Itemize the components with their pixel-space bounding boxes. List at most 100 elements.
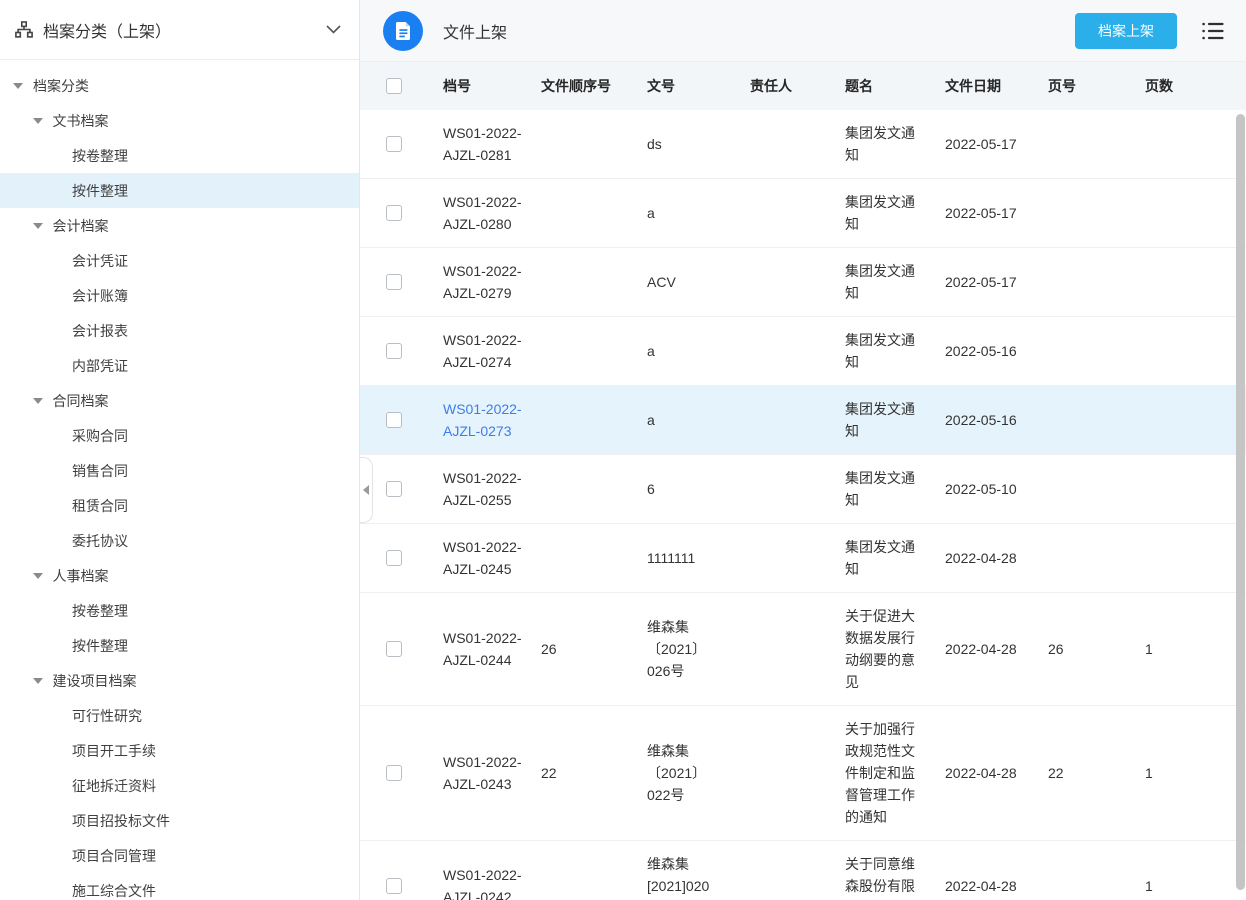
tree-item[interactable]: 会计档案: [0, 208, 359, 243]
cell-doc-no: 维森集〔2021〕022号: [647, 740, 750, 806]
row-checkbox[interactable]: [386, 205, 402, 221]
tree-item-label: 会计档案: [53, 216, 109, 236]
tree-item[interactable]: 文书档案: [0, 103, 359, 138]
tree-item[interactable]: 会计报表: [0, 313, 359, 348]
vertical-scrollbar-thumb[interactable]: [1236, 114, 1245, 890]
cell-title: 关于促进大数据发展行动纲要的意见: [845, 605, 945, 693]
row-checkbox[interactable]: [386, 136, 402, 152]
document-icon: [383, 11, 423, 51]
row-checkbox[interactable]: [386, 274, 402, 290]
table-row[interactable]: WS01-2022-AJZL-0274a集团发文通知2022-05-16: [360, 317, 1246, 386]
table-row[interactable]: WS01-2022-AJZL-0281 ds 集团发文通知2022-05-17: [360, 110, 1246, 179]
tree-item[interactable]: 按件整理: [0, 628, 359, 663]
tree-item[interactable]: 项目招投标文件: [0, 803, 359, 838]
row-checkbox-cell: [360, 274, 443, 290]
row-checkbox-cell: [360, 136, 443, 152]
unordered-list-icon[interactable]: [1201, 20, 1224, 42]
table-row[interactable]: WS01-2022-AJZL-024322维森集〔2021〕022号关于加强行政…: [360, 706, 1246, 841]
cell-doc-no: a: [647, 409, 750, 431]
tree-item[interactable]: 可行性研究: [0, 698, 359, 733]
tree-item[interactable]: 内部凭证: [0, 348, 359, 383]
cell-archive-no: WS01-2022-AJZL-0243: [443, 751, 541, 795]
chevron-down-icon[interactable]: [326, 25, 341, 34]
cell-order-no: 22: [541, 762, 647, 784]
archive-shelve-button[interactable]: 档案上架: [1075, 13, 1177, 49]
tree-item[interactable]: 按件整理: [0, 173, 359, 208]
cell-archive-no: WS01-2022-AJZL-0281: [443, 122, 541, 166]
cell-doc-no: 维森集[2021]020号: [647, 853, 750, 900]
tree-item[interactable]: 租赁合同: [0, 488, 359, 523]
header-checkbox-cell: [360, 78, 443, 94]
tree-item-label: 项目开工手续: [72, 741, 156, 761]
tree-item[interactable]: 人事档案: [0, 558, 359, 593]
cell-date: 2022-05-17: [945, 271, 1048, 293]
category-tree: 档案分类文书档案按卷整理按件整理会计档案会计凭证会计账簿会计报表内部凭证合同档案…: [0, 60, 359, 900]
tree-item[interactable]: 会计凭证: [0, 243, 359, 278]
cell-date: 2022-04-28: [945, 638, 1048, 660]
main-panel: 文件上架 档案上架 档号文件顺序号文号责任人题名文件日期页号页数 WS01-20…: [360, 0, 1246, 900]
tree-item[interactable]: 档案分类: [0, 68, 359, 103]
cell-date: 2022-04-28: [945, 762, 1048, 784]
table-row[interactable]: WS01-2022-AJZL-0242维森集[2021]020号关于同意维森股份…: [360, 841, 1246, 900]
cell-title: 集团发文通知: [845, 260, 945, 304]
tree-item[interactable]: 按卷整理: [0, 593, 359, 628]
table-row[interactable]: WS01-2022-AJZL-024426维森集〔2021〕026号关于促进大数…: [360, 593, 1246, 706]
cell-doc-no: ds: [647, 133, 750, 155]
row-checkbox-cell: [360, 343, 443, 359]
row-checkbox[interactable]: [386, 481, 402, 497]
caret-down-icon[interactable]: [33, 118, 53, 124]
tree-item[interactable]: 会计账簿: [0, 278, 359, 313]
caret-down-icon[interactable]: [33, 398, 53, 404]
tree-item[interactable]: 征地拆迁资料: [0, 768, 359, 803]
column-header: 档号: [443, 76, 541, 96]
table-row[interactable]: WS01-2022-AJZL-02451111111集团发文通知2022-04-…: [360, 524, 1246, 593]
cell-archive-no: WS01-2022-AJZL-0242: [443, 864, 541, 900]
table-row[interactable]: WS01-2022-AJZL-0273a集团发文通知2022-05-16: [360, 386, 1246, 455]
column-header: 文号: [647, 76, 750, 96]
tree-item[interactable]: 按卷整理: [0, 138, 359, 173]
archive-no-link[interactable]: WS01-2022-AJZL-0273: [443, 398, 541, 442]
row-checkbox[interactable]: [386, 550, 402, 566]
tree-item[interactable]: 合同档案: [0, 383, 359, 418]
tree-item-label: 施工综合文件: [72, 881, 156, 900]
table-row[interactable]: WS01-2022-AJZL-0279ACV集团发文通知2022-05-17: [360, 248, 1246, 317]
cell-doc-no: 1111111: [647, 547, 750, 569]
row-checkbox[interactable]: [386, 343, 402, 359]
tree-item[interactable]: 销售合同: [0, 453, 359, 488]
select-all-checkbox[interactable]: [386, 78, 402, 94]
tree-item-label: 合同档案: [53, 391, 109, 411]
row-checkbox-cell: [360, 205, 443, 221]
tree-item[interactable]: 项目开工手续: [0, 733, 359, 768]
column-header: 文件日期: [945, 76, 1048, 96]
row-checkbox[interactable]: [386, 412, 402, 428]
tree-item[interactable]: 施工综合文件: [0, 873, 359, 900]
caret-down-icon[interactable]: [13, 83, 33, 89]
cell-page-no: 26: [1048, 638, 1145, 660]
tree-item[interactable]: 采购合同: [0, 418, 359, 453]
row-checkbox[interactable]: [386, 878, 402, 894]
cell-pages: 1: [1145, 762, 1246, 784]
table-row[interactable]: WS01-2022-AJZL-0280a集团发文通知2022-05-17: [360, 179, 1246, 248]
caret-down-icon[interactable]: [33, 678, 53, 684]
cell-archive-no: WS01-2022-AJZL-0274: [443, 329, 541, 373]
tree-item[interactable]: 建设项目档案: [0, 663, 359, 698]
row-checkbox[interactable]: [386, 765, 402, 781]
caret-down-icon[interactable]: [33, 223, 53, 229]
cell-title: 集团发文通知: [845, 122, 945, 166]
tree-item[interactable]: 委托协议: [0, 523, 359, 558]
tree-item-label: 按件整理: [72, 636, 128, 656]
cell-date: 2022-05-17: [945, 133, 1048, 155]
sidebar-collapse-handle[interactable]: [360, 457, 373, 523]
tree-item-label: 租赁合同: [72, 496, 128, 516]
tree-item[interactable]: 项目合同管理: [0, 838, 359, 873]
column-header: 责任人: [750, 76, 845, 96]
tree-item-label: 采购合同: [72, 426, 128, 446]
caret-down-icon[interactable]: [33, 573, 53, 579]
sidebar: 档案分类（上架） 档案分类文书档案按卷整理按件整理会计档案会计凭证会计账簿会计报…: [0, 0, 360, 900]
sitemap-icon: [15, 21, 33, 38]
table-row[interactable]: WS01-2022-AJZL-02556集团发文通知2022-05-10: [360, 455, 1246, 524]
table-body: WS01-2022-AJZL-0281ds集团发文通知2022-05-17WS0…: [360, 110, 1246, 900]
row-checkbox[interactable]: [386, 641, 402, 657]
cell-title: 集团发文通知: [845, 398, 945, 442]
table-header-row: 档号文件顺序号文号责任人题名文件日期页号页数: [360, 62, 1246, 110]
